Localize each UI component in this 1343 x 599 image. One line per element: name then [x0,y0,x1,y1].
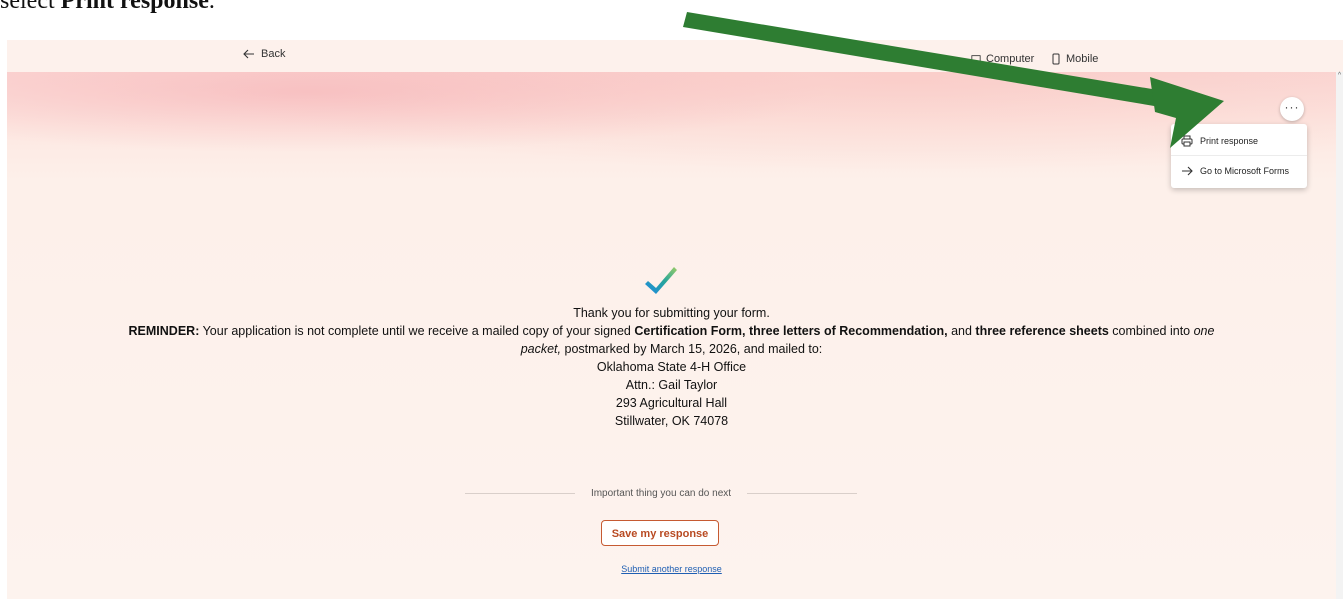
tab-mobile-label: Mobile [1066,53,1099,65]
phone-icon [1052,53,1060,65]
menu-item-go-to-microsoft-forms[interactable]: Go to Microsoft Forms [1171,156,1307,186]
reminder-label: REMINDER: [128,324,200,338]
arrow-right-icon [1182,166,1193,176]
caption-prefix: select [0,0,61,14]
checkmark-icon [645,267,677,294]
reminder-text: Your application is not complete until w… [199,324,635,338]
divider-line-left [465,492,575,494]
combined-into-text: combined into [1108,324,1194,338]
address-line: 293 Agricultural Hall [615,396,728,410]
packet-line: packet, postmarked by March 15, 2026, an… [7,340,1336,358]
back-label: Back [261,48,286,60]
more-options-menu: Print response Go to Microsoft Forms [1171,124,1307,188]
tab-computer[interactable]: Computer [971,48,1035,72]
menu-item-label: Go to Microsoft Forms [1200,166,1290,176]
caption-suffix: . [208,0,215,14]
tab-computer-label: Computer [986,53,1035,65]
printer-icon [1181,135,1193,146]
submit-another-response-link[interactable]: Submit another response [7,564,1336,574]
more-options-button[interactable]: ··· [1280,97,1304,121]
menu-item-label: Print response [1200,135,1259,146]
screenshot-page: select Print response. Back Computer Mob… [0,0,1343,599]
address-line: Attn.: Gail Taylor [625,378,718,392]
reminder-line: REMINDER: Your application is not comple… [7,322,1336,340]
menu-item-print-response[interactable]: Print response [1171,126,1307,156]
address-line: Oklahoma State 4-H Office [596,360,747,374]
cert-form-text: Certification Form, three letters of Rec… [634,324,948,338]
reference-sheets-text: three reference sheets [975,324,1109,338]
postmarked-text: postmarked by March 15, 2026, and mailed… [561,342,823,356]
divider-text: Important thing you can do next [590,487,732,499]
packet-text: packet, [520,342,562,356]
tab-mobile[interactable]: Mobile [1051,48,1098,70]
address-line: Stillwater, OK 74078 [614,414,729,428]
submit-another-label[interactable]: Submit another response [621,564,722,574]
divider-line-right [747,492,857,494]
back-button[interactable]: Back [243,48,285,60]
preview-toolbar: Back Computer Mobile [7,40,1343,73]
arrow-left-icon [243,49,254,59]
and-text: and [947,324,976,338]
vertical-scrollbar[interactable] [1336,72,1343,599]
next-steps-divider: Important thing you can do next [465,485,857,501]
one-text: one [1193,324,1215,338]
thank-you-text: Thank you for submitting your form. [573,306,770,320]
monitor-icon [971,55,981,64]
scroll-up-icon[interactable]: ^ [1336,72,1343,80]
caption-bold: Print response [60,0,209,14]
save-my-response-button[interactable]: Save my response [601,520,719,546]
instruction-caption: select Print response. [0,0,215,15]
confirmation-message: Thank you for submitting your form. REMI… [7,304,1336,430]
